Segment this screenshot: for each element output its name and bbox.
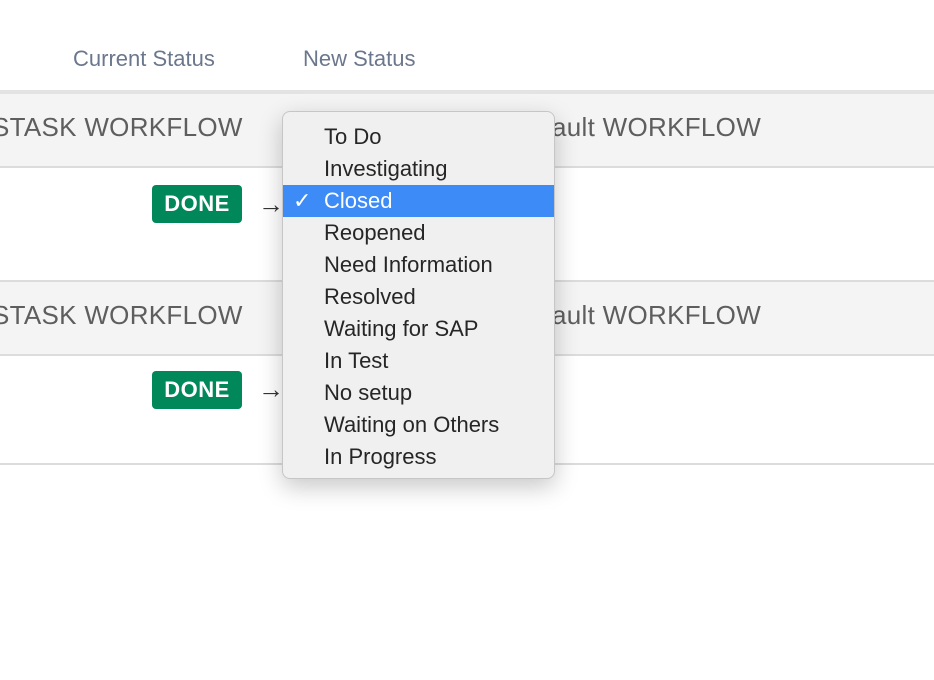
column-header-new-status: New Status bbox=[303, 46, 416, 71]
status-option[interactable]: In Progress bbox=[283, 441, 554, 473]
column-header-current-status: Current Status bbox=[73, 46, 215, 71]
status-option[interactable]: Waiting for SAP bbox=[283, 313, 554, 345]
status-option[interactable]: Resolved bbox=[283, 281, 554, 313]
status-option[interactable]: To Do bbox=[283, 121, 554, 153]
arrow-right-icon: → bbox=[258, 189, 284, 219]
source-workflow-name: STASK WORKFLOW bbox=[0, 300, 243, 330]
target-workflow-name: ault WORKFLOW bbox=[552, 112, 762, 142]
status-option[interactable]: Reopened bbox=[283, 217, 554, 249]
status-option[interactable]: Investigating bbox=[283, 153, 554, 185]
status-option[interactable]: Need Information bbox=[283, 249, 554, 281]
status-option[interactable]: In Test bbox=[283, 345, 554, 377]
status-option-selected[interactable]: ✓ Closed bbox=[283, 185, 554, 217]
status-option[interactable]: Waiting on Others bbox=[283, 409, 554, 441]
status-lozenge-done: DONE bbox=[152, 185, 242, 223]
status-option[interactable]: No setup bbox=[283, 377, 554, 409]
status-lozenge-done: DONE bbox=[152, 371, 242, 409]
target-workflow-name: ault WORKFLOW bbox=[552, 300, 762, 330]
status-migration-page: Current Status New Status STASK WORKFLOW… bbox=[0, 0, 934, 680]
source-workflow-name: STASK WORKFLOW bbox=[0, 112, 243, 142]
new-status-select-dropdown[interactable]: To Do Investigating ✓ Closed Reopened Ne… bbox=[282, 111, 555, 479]
arrow-right-icon: → bbox=[258, 374, 284, 404]
checkmark-icon: ✓ bbox=[293, 188, 312, 213]
